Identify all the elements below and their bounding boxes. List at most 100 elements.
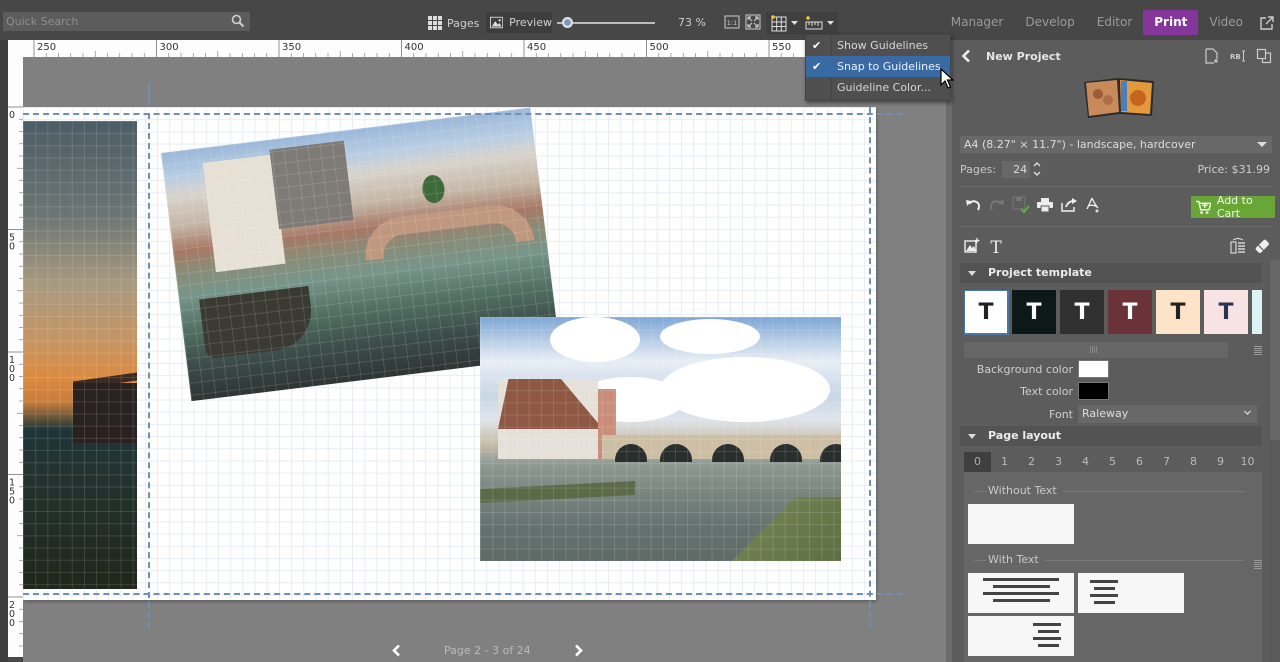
ruler-guides-icon[interactable] — [805, 15, 823, 32]
chevron-left-icon — [391, 644, 400, 656]
share-button[interactable] — [1060, 196, 1078, 214]
layout-option-text-right[interactable] — [968, 616, 1074, 656]
previous-page-button[interactable] — [388, 643, 404, 657]
back-button[interactable] — [956, 49, 976, 63]
next-page-button[interactable] — [571, 643, 587, 657]
photo-count-tab[interactable]: 8 — [1180, 452, 1207, 472]
menu-item-guideline-color[interactable]: Guideline Color... — [806, 77, 950, 98]
photo-count-tab[interactable]: 6 — [1126, 452, 1153, 472]
text-color-swatch[interactable] — [1078, 382, 1109, 400]
grid-pages-icon — [428, 16, 442, 30]
pages-count-input[interactable] — [1002, 160, 1031, 178]
font-value: Raleway — [1082, 407, 1129, 420]
book-format-select[interactable]: A4 (8.27" × 11.7") - landscape, hardcove… — [960, 136, 1272, 153]
fit-to-screen-icon[interactable] — [745, 14, 761, 30]
caret-down-icon — [1257, 142, 1267, 147]
tab-manager[interactable]: Manager — [940, 10, 1015, 35]
project-template-header[interactable]: Project template — [960, 263, 1262, 283]
text-rename-icon[interactable]: RB — [1230, 48, 1246, 64]
background-color-row: Background color — [960, 360, 1260, 378]
template-scrollbar[interactable] — [964, 342, 1228, 358]
zoom-slider-thumb[interactable] — [561, 17, 573, 28]
search-input[interactable] — [3, 12, 228, 31]
photo-count-tab[interactable]: 2 — [1018, 452, 1045, 472]
print-button[interactable] — [1036, 196, 1054, 214]
insert-text-icon[interactable]: T — [988, 238, 1004, 254]
font-row: Font Raleway — [960, 405, 1260, 423]
guideline-vertical-left[interactable] — [148, 113, 150, 628]
insert-image-icon[interactable] — [964, 238, 980, 254]
page-layout-header[interactable]: Page layout — [960, 426, 1262, 446]
template-option[interactable]: T — [1060, 290, 1104, 334]
layout-option-text-centered[interactable] — [968, 573, 1074, 613]
photo-count-tab[interactable]: 0 — [964, 452, 991, 472]
resize-grip-icon[interactable] — [1254, 346, 1262, 356]
photo-regensburg-bridge[interactable] — [480, 317, 841, 561]
redo-button[interactable] — [988, 196, 1006, 214]
template-option[interactable]: T — [964, 290, 1009, 335]
photo-count-tab[interactable]: 9 — [1207, 452, 1234, 472]
top-toolbar: Pages Preview 73 % 1:1 Manager Develop E… — [0, 0, 1280, 40]
add-page-icon[interactable] — [1204, 48, 1220, 64]
module-tabs: Manager Develop Editor Print Video — [940, 10, 1280, 35]
window-left-edge — [0, 40, 8, 662]
layout-option-text-left[interactable] — [1078, 573, 1184, 613]
layout-swap-icon[interactable] — [1230, 238, 1246, 254]
photo-count-tab[interactable]: 5 — [1099, 452, 1126, 472]
photo-count-tab[interactable]: 7 — [1153, 452, 1180, 472]
background-color-swatch[interactable] — [1078, 360, 1109, 378]
ruler-tick-label: 0 — [9, 110, 15, 121]
photo-count-tab[interactable]: 3 — [1045, 452, 1072, 472]
template-option[interactable]: T — [1108, 290, 1152, 334]
tab-develop[interactable]: Develop — [1014, 10, 1085, 35]
photo-count-tab[interactable]: 10 — [1234, 452, 1261, 472]
font-label: Font — [1049, 407, 1073, 421]
panel-scrollbar[interactable] — [1270, 260, 1280, 662]
quick-search[interactable] — [3, 12, 250, 31]
actual-size-icon[interactable]: 1:1 — [724, 14, 740, 30]
guideline-vertical-right[interactable] — [869, 107, 871, 627]
duplicate-page-icon[interactable] — [1256, 48, 1272, 64]
font-select[interactable]: Raleway — [1078, 405, 1257, 423]
guideline-horizontal-top[interactable] — [23, 113, 903, 115]
panel-scrollbar-thumb[interactable] — [1270, 260, 1280, 440]
stepper-up-icon[interactable] — [1033, 162, 1041, 167]
resize-grip-icon[interactable] — [1254, 560, 1262, 570]
preview-button[interactable]: Preview — [486, 12, 552, 33]
checkmark-icon: ✔ — [812, 39, 822, 52]
guides-dropdown-icon[interactable] — [827, 21, 834, 26]
tab-video[interactable]: Video — [1198, 10, 1254, 35]
photobook-spread[interactable] — [23, 107, 876, 600]
tab-print[interactable]: Print — [1143, 10, 1199, 35]
photo-count-tab[interactable]: 4 — [1072, 452, 1099, 472]
grid-toggle-icon[interactable] — [771, 15, 788, 32]
template-option[interactable]: T — [1204, 290, 1248, 334]
search-icon[interactable] — [231, 14, 245, 28]
add-to-cart-button[interactable]: Add to Cart — [1191, 194, 1275, 220]
zoom-slider[interactable] — [557, 17, 655, 28]
layout-option-blank[interactable] — [968, 504, 1074, 544]
ruler-tick-label: 0 — [9, 373, 15, 384]
page-layout-title: Page layout — [988, 429, 1062, 442]
export-pdf-button[interactable] — [1084, 196, 1102, 214]
guideline-horizontal-bottom[interactable] — [23, 593, 903, 595]
text-color-label: Text color — [1020, 384, 1073, 398]
save-button[interactable] — [1012, 196, 1030, 214]
text-line-shape — [993, 585, 1050, 588]
pages-button[interactable]: Pages — [428, 12, 479, 34]
photo-sunset-barn[interactable] — [23, 121, 137, 589]
photo-count-tab[interactable]: 1 — [991, 452, 1018, 472]
template-option[interactable]: T — [1252, 290, 1262, 334]
eraser-icon[interactable] — [1254, 238, 1270, 254]
menu-item-show-guidelines[interactable]: ✔ Show Guidelines — [806, 35, 950, 56]
editor-canvas[interactable] — [23, 57, 946, 662]
undo-button[interactable] — [964, 196, 982, 214]
external-window-button[interactable] — [1254, 10, 1280, 35]
menu-item-snap-to-guidelines[interactable]: ✔ Snap to Guidelines — [806, 56, 950, 77]
stepper-down-icon[interactable] — [1033, 171, 1041, 176]
grid-dropdown-icon[interactable] — [791, 21, 798, 26]
template-option[interactable]: T — [1156, 290, 1200, 334]
tab-editor[interactable]: Editor — [1086, 10, 1144, 35]
pages-stepper[interactable] — [1033, 162, 1041, 176]
template-option[interactable]: T — [1012, 290, 1056, 334]
